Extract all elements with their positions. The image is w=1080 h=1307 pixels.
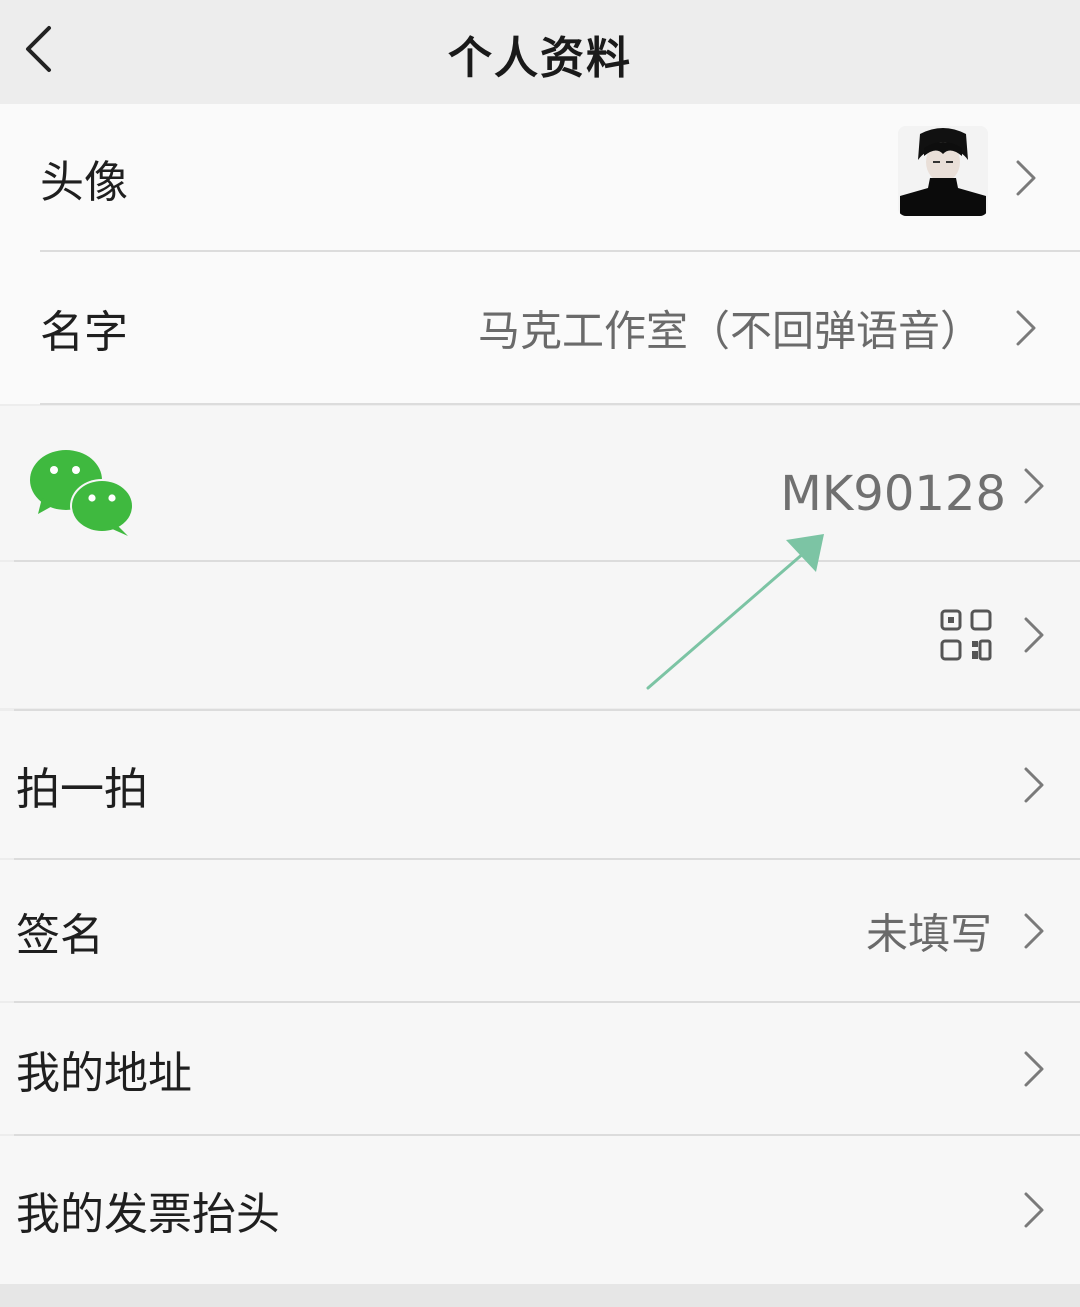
- row-name[interactable]: 名字 马克工作室（不回弹语音）: [0, 252, 1080, 404]
- row-label-name: 名字: [40, 307, 128, 358]
- row-label-signature: 签名: [16, 909, 104, 961]
- row-invoice[interactable]: 我的发票抬头: [0, 1136, 1080, 1284]
- qr-code-icon: [940, 609, 992, 661]
- avatar[interactable]: [898, 126, 988, 216]
- chevron-right-icon: [1024, 1192, 1044, 1228]
- row-avatar[interactable]: 头像: [0, 104, 1080, 252]
- chevron-right-icon: [1016, 310, 1036, 346]
- chevron-right-icon: [1024, 468, 1044, 504]
- chevron-right-icon: [1024, 617, 1044, 653]
- wechat-id-value: MK90128: [780, 466, 1006, 522]
- row-label-invoice: 我的发票抬头: [16, 1189, 280, 1240]
- chevron-right-icon: [1016, 160, 1036, 196]
- row-label-pat: 拍一拍: [16, 763, 148, 815]
- row-signature[interactable]: 签名 未填写: [0, 860, 1080, 1001]
- wechat-logo-icon: [30, 450, 134, 536]
- row-pat[interactable]: 拍一拍: [0, 711, 1080, 858]
- row-wechat-id[interactable]: MK90128: [0, 406, 1080, 560]
- signature-value: 未填写: [865, 909, 992, 958]
- chevron-right-icon: [1024, 1051, 1044, 1086]
- bottom-strip: [0, 1284, 1080, 1307]
- chevron-right-icon: [1024, 767, 1044, 802]
- divider: [40, 403, 1080, 405]
- profile-page: 个人资料 头像 名字 马克工作室（不回弹语音） MK90128 拍一拍 签名 未…: [0, 0, 1080, 1307]
- page-title: 个人资料: [448, 33, 632, 84]
- name-value: 马克工作室（不回弹语音）: [477, 306, 982, 356]
- row-address[interactable]: 我的地址: [0, 1003, 1080, 1134]
- avatar-image: [898, 126, 988, 216]
- row-label-avatar: 头像: [40, 157, 128, 208]
- row-label-address: 我的地址: [16, 1047, 192, 1099]
- row-qrcode[interactable]: [0, 562, 1080, 708]
- nav-header: 个人资料: [0, 0, 1080, 104]
- chevron-right-icon: [1024, 913, 1044, 948]
